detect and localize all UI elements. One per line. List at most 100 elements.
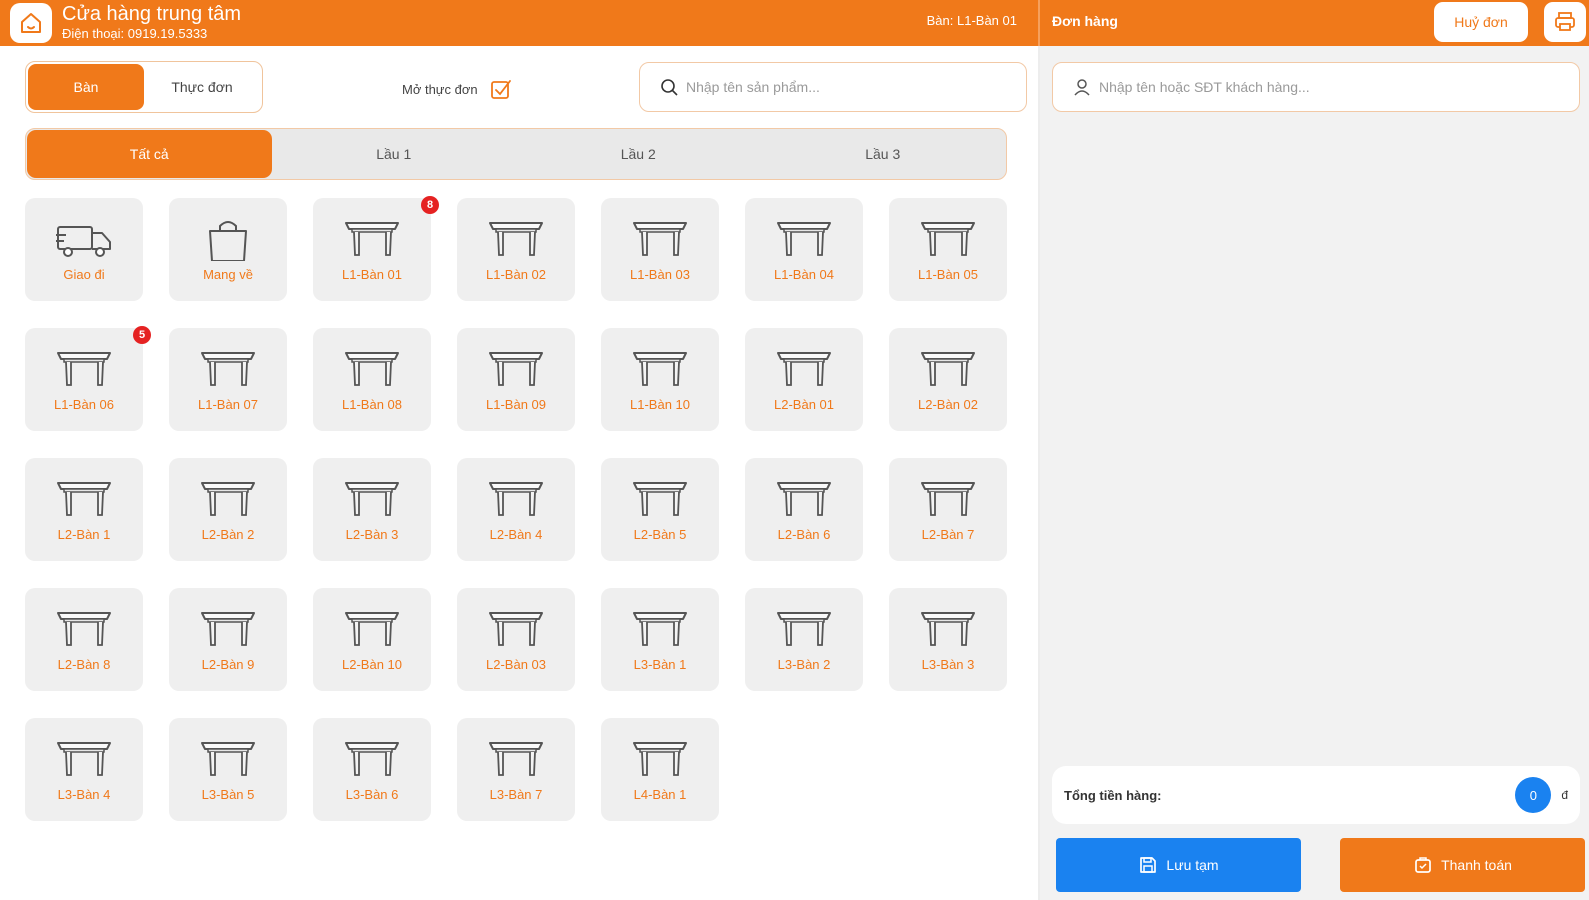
top-bar: Cửa hàng trung tâm Điện thoại: 0919.19.5… [0,0,1589,46]
table-icon [777,352,831,386]
table-tile[interactable]: L1-Bàn 08 [313,328,431,431]
cancel-order-button[interactable]: Huỷ đơn [1434,2,1528,42]
store-phone: Điện thoại: 0919.19.5333 [62,26,208,41]
table-tile[interactable]: L4-Bàn 1 [601,718,719,821]
tile-label: L3-Bàn 1 [633,657,687,672]
tile-label: L2-Bàn 6 [777,527,831,542]
printer-icon [1555,12,1575,31]
table-tile[interactable]: L2-Bàn 01 [745,328,863,431]
total-label: Tổng tiền hàng: [1064,787,1162,803]
table-tile[interactable]: L1-Bàn 07 [169,328,287,431]
table-tile[interactable]: L2-Bàn 02 [889,328,1007,431]
tile-label: L2-Bàn 01 [774,397,834,412]
table-tile[interactable]: L3-Bàn 1 [601,588,719,691]
floor-tab-all[interactable]: Tất cả [27,130,272,178]
current-table-label: Bàn: L1-Bàn 01 [926,13,1017,28]
payment-icon [1415,857,1431,873]
table-icon [777,612,831,646]
table-tile[interactable]: L1-Bàn 01 8 [313,196,439,301]
table-icon [777,482,831,516]
table-tile[interactable]: L1-Bàn 06 5 [25,326,151,431]
table-tile[interactable]: L2-Bàn 03 [457,588,575,691]
print-button[interactable] [1544,2,1586,42]
table-tile[interactable]: L3-Bàn 2 [745,588,863,691]
shopping-bag-icon [209,221,247,261]
open-menu-toggle[interactable]: Mở thực đơn [402,78,512,100]
tile-label: L2-Bàn 1 [57,527,111,542]
total-value: 0 [1515,777,1552,813]
table-tile[interactable]: L2-Bàn 6 [745,458,863,561]
table-tile[interactable]: L2-Bàn 9 [169,588,287,691]
tab-table[interactable]: Bàn [28,64,144,110]
order-title: Đơn hàng [1052,13,1118,29]
tile-label: L2-Bàn 02 [918,397,978,412]
search-icon [661,79,678,96]
table-icon [57,742,111,776]
table-tile[interactable]: L2-Bàn 10 [313,588,431,691]
table-icon [201,482,255,516]
table-tile[interactable]: L1-Bàn 09 [457,328,575,431]
store-name: Cửa hàng trung tâm [62,3,242,25]
table-tile[interactable]: L2-Bàn 7 [889,458,1007,561]
customer-search-input[interactable] [1099,79,1399,95]
table-tile[interactable]: L2-Bàn 2 [169,458,287,561]
checkout-button[interactable]: Thanh toán [1340,838,1585,892]
table-icon [633,742,687,776]
table-tile[interactable]: L3-Bàn 4 [25,718,143,821]
table-tile[interactable]: L1-Bàn 05 [889,198,1007,301]
home-icon [21,13,41,33]
open-menu-label: Mở thực đơn [402,81,478,97]
save-icon [1140,857,1157,873]
tile-label: L2-Bàn 7 [921,527,975,542]
tile-label: L2-Bàn 2 [201,527,255,542]
tile-label: Giao đi [63,267,105,282]
table-icon [633,222,687,256]
table-icon [201,742,255,776]
table-icon [489,222,543,256]
product-search-input[interactable] [686,79,986,95]
table-icon [633,612,687,646]
table-tile[interactable]: L1-Bàn 03 [601,198,719,301]
tab-menu[interactable]: Thực đơn [144,64,260,110]
table-tile[interactable]: L3-Bàn 6 [313,718,431,821]
tile-label: L2-Bàn 03 [486,657,546,672]
tile-label: Mang về [203,267,253,282]
table-tile[interactable]: L3-Bàn 7 [457,718,575,821]
takeaway-tile[interactable]: Mang về [169,198,287,301]
tile-label: L2-Bàn 10 [342,657,402,672]
table-icon [921,612,975,646]
table-icon [345,482,399,516]
table-tile[interactable]: L2-Bàn 4 [457,458,575,561]
table-icon [633,352,687,386]
tile-label: L3-Bàn 5 [201,787,255,802]
table-tile[interactable]: L3-Bàn 3 [889,588,1007,691]
save-draft-button[interactable]: Lưu tạm [1056,838,1301,892]
floor-tab-1[interactable]: Lầu 1 [272,130,517,178]
floor-tab-2[interactable]: Lầu 2 [516,130,761,178]
checkout-label: Thanh toán [1441,857,1512,873]
table-tile[interactable]: L2-Bàn 3 [313,458,431,561]
table-tile[interactable]: L1-Bàn 10 [601,328,719,431]
table-tile[interactable]: L2-Bàn 5 [601,458,719,561]
order-panel: Tổng tiền hàng: 0 đ Lưu tạm Thanh toán [1038,46,1589,900]
tile-label: L4-Bàn 1 [633,787,687,802]
table-tile[interactable]: L2-Bàn 1 [25,458,143,561]
table-tile[interactable]: L1-Bàn 02 [457,198,575,301]
home-button[interactable] [10,3,52,43]
table-tile[interactable]: L1-Bàn 04 [745,198,863,301]
table-tile[interactable]: L3-Bàn 5 [169,718,287,821]
table-tile[interactable]: L2-Bàn 8 [25,588,143,691]
checkbox-checked-icon [490,80,511,99]
tile-label: L2-Bàn 5 [633,527,687,542]
tile-label: L2-Bàn 9 [201,657,255,672]
tile-label: L1-Bàn 07 [198,397,258,412]
table-icon [489,742,543,776]
product-search [639,62,1027,112]
delivery-tile[interactable]: Giao đi [25,198,143,301]
tile-label: L3-Bàn 4 [57,787,111,802]
tile-label: L1-Bàn 06 [54,397,114,412]
tile-label: L1-Bàn 10 [630,397,690,412]
tile-label: L2-Bàn 4 [489,527,543,542]
mode-switch: Bàn Thực đơn [25,61,263,113]
floor-tab-3[interactable]: Lầu 3 [761,130,1006,178]
